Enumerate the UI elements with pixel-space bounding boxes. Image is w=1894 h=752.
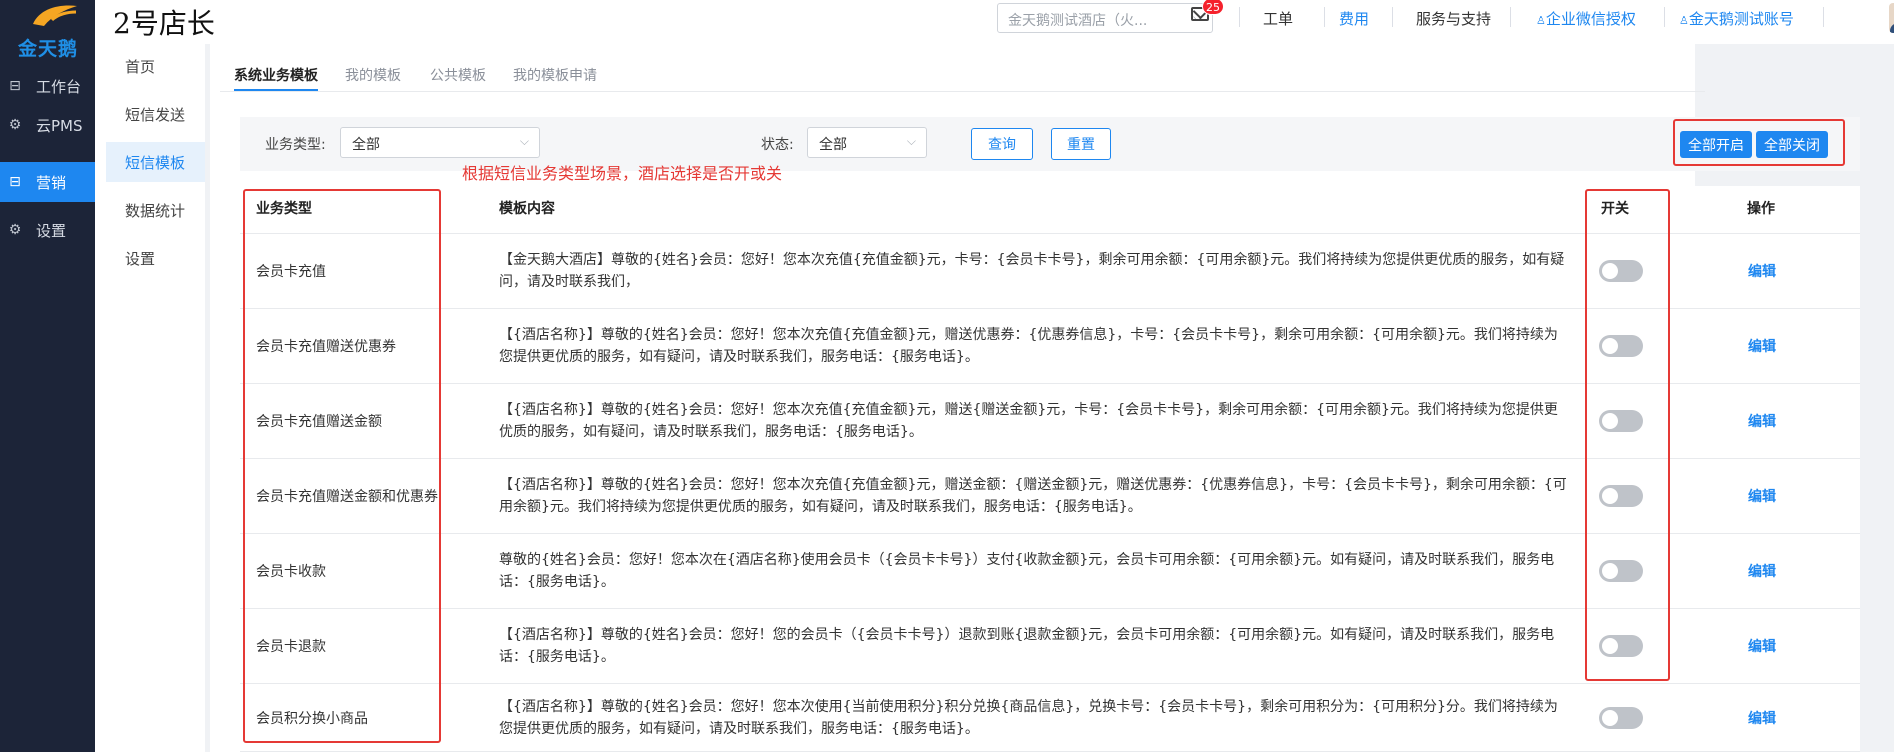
account-label: 金天鹅测试账号 <box>1688 10 1794 28</box>
active-tab-indicator <box>234 89 318 91</box>
row-template-content: 【{酒店名称}】尊敬的{姓名}会员：您好！您本次充值{充值金额}元，赠送{赠送金… <box>499 402 1558 440</box>
tab-public-templates[interactable]: 公共模板 <box>430 65 486 85</box>
divider <box>1664 7 1665 27</box>
top-header: 2号店长 金天鹅测试酒店（火... ⌵ 25 工单 费用 服务与支持 ♙企业微信… <box>95 0 1894 44</box>
query-button[interactable]: 查询 <box>971 128 1033 160</box>
chevron-down-icon: ⌵ <box>906 134 916 148</box>
column-header-content: 模板内容 <box>499 201 555 217</box>
edit-link[interactable]: 编辑 <box>1748 708 1776 728</box>
edit-link[interactable]: 编辑 <box>1748 261 1776 281</box>
business-type-select[interactable]: 全部 ⌵ <box>340 127 540 158</box>
status-select[interactable]: 全部 ⌵ <box>807 127 927 158</box>
edit-link[interactable]: 编辑 <box>1748 486 1776 506</box>
divider <box>1823 7 1824 27</box>
business-type-label: 业务类型: <box>265 137 326 153</box>
subnav-item-sms-template[interactable]: 短信模板 <box>106 142 205 182</box>
settings-gear-icon: ⚙ <box>8 222 22 238</box>
annotation-note: 根据短信业务类型场景，酒店选择是否开或关 <box>462 164 783 183</box>
tab-my-template-requests[interactable]: 我的模板申请 <box>513 65 597 85</box>
row-template-content: 【{酒店名称}】尊敬的{姓名}会员：您好！您本次使用{当前使用积分}积分兑换{商… <box>499 698 1558 737</box>
sidebar-item-marketing[interactable]: ⊟ 营销 <box>0 162 95 202</box>
column-header-action: 操作 <box>1747 201 1775 217</box>
wechat-auth-link[interactable]: ♙企业微信授权 <box>1536 8 1636 29</box>
brand-logo[interactable]: 金天鹅 <box>0 0 95 60</box>
edit-link[interactable]: 编辑 <box>1748 636 1776 656</box>
marketing-icon: ⊟ <box>9 174 21 190</box>
sidebar-item-workbench[interactable]: ⊟ 工作台 <box>0 66 95 106</box>
row-template-content: 【金天鹅大酒店】尊敬的{姓名}会员：您好！您本次充值{充值金额}元，卡号：{会员… <box>499 252 1565 290</box>
user-icon: ♙ <box>1536 14 1546 27</box>
hotel-select[interactable]: 金天鹅测试酒店（火... ⌵ <box>997 3 1213 33</box>
sidebar-item-label: 云PMS <box>36 116 83 135</box>
highlight-switch-column <box>1585 189 1670 681</box>
tab-my-templates[interactable]: 我的模板 <box>345 65 401 85</box>
row-template-content: 【{酒店名称}】尊敬的{姓名}会员：您好！您的会员卡（{会员卡卡号}）退款到账{… <box>499 627 1555 665</box>
subnav-item-statistics[interactable]: 数据统计 <box>106 190 205 230</box>
highlight-business-type-column <box>243 189 441 743</box>
edit-link[interactable]: 编辑 <box>1748 336 1776 356</box>
tab-divider <box>220 91 1705 92</box>
chevron-down-icon: ⌵ <box>519 134 529 148</box>
template-switch[interactable] <box>1599 706 1643 729</box>
secondary-nav: 首页 短信发送 短信模板 数据统计 设置 <box>95 44 205 752</box>
row-template-content: 【{酒店名称}】尊敬的{姓名}会员：您好！您本次充值{充值金额}元，赠送金额：{… <box>499 477 1567 515</box>
business-type-value: 全部 <box>352 137 380 153</box>
settings-gear-icon: ⚙ <box>8 117 22 133</box>
divider <box>1324 7 1325 27</box>
edit-link[interactable]: 编辑 <box>1748 411 1776 431</box>
sidebar-item-label: 工作台 <box>36 77 82 96</box>
divider <box>1510 7 1511 27</box>
divider <box>1239 7 1240 27</box>
status-label: 状态: <box>761 137 794 153</box>
enable-all-button[interactable]: 全部开启 <box>1680 131 1752 158</box>
table-row: 会员积分换小商品 【{酒店名称}】尊敬的{姓名}会员：您好！您本次使用{当前使用… <box>240 684 1860 752</box>
edit-link[interactable]: 编辑 <box>1748 561 1776 581</box>
fees-link[interactable]: 费用 <box>1339 8 1369 29</box>
workbench-icon: ⊟ <box>9 78 21 94</box>
subnav-item-home[interactable]: 首页 <box>106 46 205 86</box>
subnav-item-settings[interactable]: 设置 <box>106 238 205 278</box>
swan-logo-icon <box>33 5 77 26</box>
wechat-auth-label: 企业微信授权 <box>1545 10 1636 28</box>
tab-system-templates[interactable]: 系统业务模板 <box>234 65 318 85</box>
subnav-item-sms-send[interactable]: 短信发送 <box>106 94 205 134</box>
service-support-link[interactable]: 服务与支持 <box>1416 8 1491 29</box>
row-template-content: 【{酒店名称}】尊敬的{姓名}会员：您好！您本次充值{充值金额}元，赠送优惠券：… <box>499 327 1558 365</box>
account-link[interactable]: ♙金天鹅测试账号 <box>1679 8 1794 29</box>
disable-all-button[interactable]: 全部关闭 <box>1756 131 1828 158</box>
reset-button[interactable]: 重置 <box>1051 128 1111 160</box>
row-template-content: 尊敬的{姓名}会员：您好！您本次在{酒店名称}使用会员卡（{会员卡卡号}）支付{… <box>499 552 1555 590</box>
main-sidebar: 金天鹅 ⊟ 工作台 ⚙ 云PMS ⊟ 营销 ⚙ 设置 <box>0 0 95 752</box>
mail-badge: 25 <box>1202 0 1224 15</box>
sidebar-item-cloud-pms[interactable]: ⚙ 云PMS <box>0 105 95 145</box>
divider <box>1392 7 1393 27</box>
user-icon: ♙ <box>1679 14 1689 27</box>
brand-name: 金天鹅 <box>18 38 79 60</box>
status-value: 全部 <box>819 137 847 153</box>
sidebar-item-settings[interactable]: ⚙ 设置 <box>0 210 95 250</box>
sidebar-item-label: 设置 <box>36 221 67 240</box>
ticket-link[interactable]: 工单 <box>1263 8 1293 29</box>
avatar[interactable] <box>1889 3 1894 33</box>
sidebar-item-label: 营销 <box>36 173 67 192</box>
hotel-select-value: 金天鹅测试酒店（火... <box>1008 13 1148 29</box>
store-title: 2号店长 <box>113 7 215 40</box>
